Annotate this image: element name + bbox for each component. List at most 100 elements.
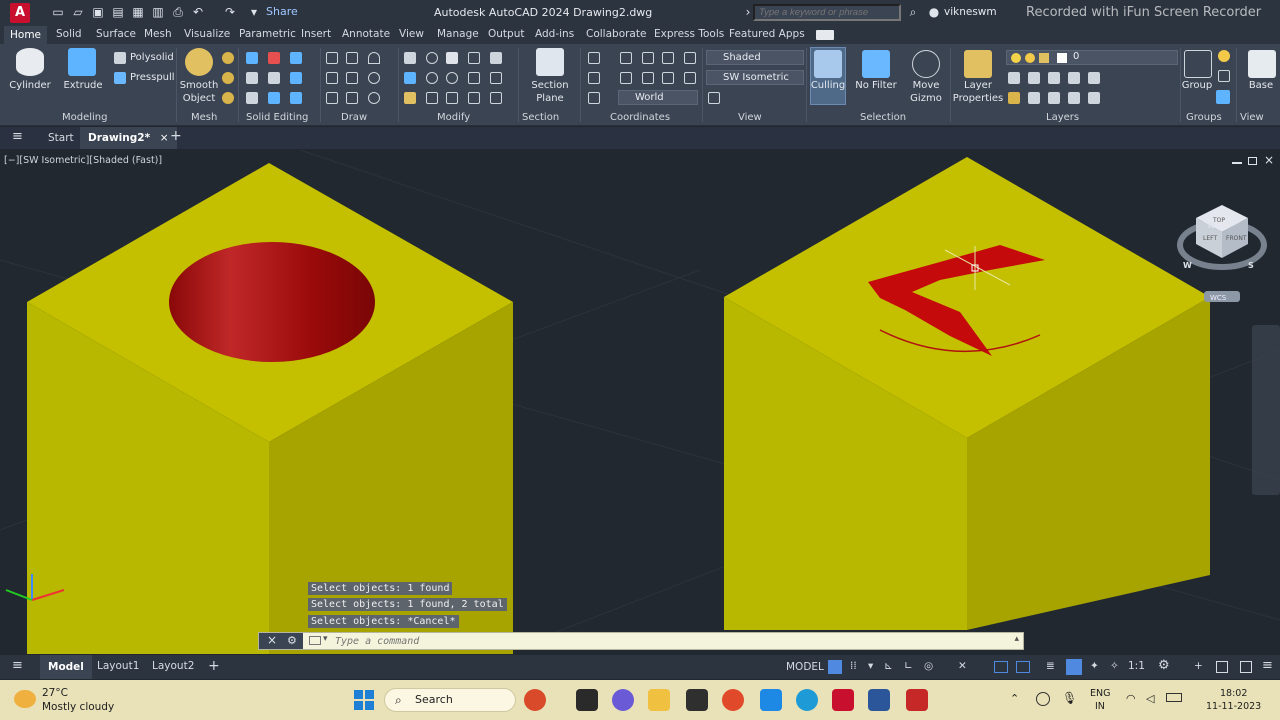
outlook-icon[interactable] bbox=[760, 689, 782, 711]
rectangle-icon[interactable] bbox=[346, 92, 358, 104]
chevron-down-icon[interactable]: ▾ bbox=[323, 634, 328, 644]
new-file-icon[interactable]: ▭ bbox=[50, 4, 66, 20]
search-highlight-icon[interactable] bbox=[524, 689, 546, 711]
annotation-visibility-icon[interactable] bbox=[1066, 659, 1082, 675]
quick-access-menu-icon[interactable]: ▾ bbox=[246, 4, 262, 20]
tab-parametric[interactable]: Parametric bbox=[239, 28, 296, 40]
left-solid-box[interactable] bbox=[27, 163, 513, 654]
new-layout-button[interactable]: + bbox=[208, 658, 220, 674]
close-tab-icon[interactable]: × bbox=[160, 132, 169, 144]
move-gizmo-label-1[interactable]: Move bbox=[904, 80, 948, 92]
chevron-up-icon[interactable]: ⌃ bbox=[1010, 692, 1019, 705]
tab-insert[interactable]: Insert bbox=[301, 28, 331, 40]
erase-icon[interactable] bbox=[426, 92, 438, 104]
tab-collaborate[interactable]: Collaborate bbox=[586, 28, 646, 40]
ucs-z-icon[interactable] bbox=[662, 72, 674, 84]
recent-commands-icon[interactable] bbox=[309, 636, 321, 645]
slice-icon[interactable] bbox=[246, 72, 258, 84]
extract-edges-icon[interactable] bbox=[290, 72, 302, 84]
command-line[interactable]: × ⚙ ▾ ▴ bbox=[258, 632, 1024, 650]
tab-mesh[interactable]: Mesh bbox=[144, 28, 172, 40]
trim-icon[interactable] bbox=[490, 52, 502, 64]
smooth-object-label-1[interactable]: Smooth bbox=[178, 80, 220, 92]
tab-drawing2[interactable]: Drawing2* × bbox=[80, 127, 177, 149]
tab-express-tools[interactable]: Express Tools bbox=[654, 28, 724, 40]
ortho-icon[interactable]: ∟ bbox=[904, 660, 913, 672]
group-selection-icon[interactable] bbox=[1216, 90, 1230, 104]
ucs-dropdown[interactable]: World bbox=[618, 90, 698, 105]
layer-tool-icon[interactable] bbox=[1028, 72, 1040, 84]
edge-icon[interactable] bbox=[796, 689, 818, 711]
layer-tool-icon[interactable] bbox=[1028, 92, 1040, 104]
weather-cloudy-icon[interactable] bbox=[14, 690, 36, 708]
mesh-tool-icon[interactable] bbox=[222, 72, 234, 84]
union-icon[interactable] bbox=[246, 52, 258, 64]
ucs-world-icon[interactable] bbox=[620, 52, 632, 64]
polyline-icon[interactable] bbox=[326, 52, 338, 64]
chevron-down-icon[interactable]: ▾ bbox=[868, 660, 873, 672]
tab-start[interactable]: Start bbox=[48, 132, 74, 144]
lineweight-icon[interactable]: ≣ bbox=[1046, 660, 1055, 672]
layer-tool-icon[interactable] bbox=[1088, 72, 1100, 84]
hardware-acceleration-icon[interactable] bbox=[1216, 661, 1228, 673]
command-close-icon[interactable]: × bbox=[267, 633, 277, 647]
clock-date[interactable]: 11-11-2023 bbox=[1206, 701, 1261, 712]
language-indicator[interactable]: ENG bbox=[1090, 688, 1110, 699]
panel-label-selection[interactable]: Selection bbox=[860, 112, 906, 123]
scale-icon[interactable] bbox=[468, 72, 480, 84]
copy-icon[interactable] bbox=[404, 72, 416, 84]
explode-icon[interactable] bbox=[468, 92, 480, 104]
base-view-icon[interactable] bbox=[1248, 50, 1276, 78]
panel-label-solid-editing[interactable]: Solid Editing bbox=[246, 112, 308, 123]
array-icon[interactable] bbox=[446, 92, 458, 104]
group-button[interactable]: Group bbox=[1180, 80, 1214, 92]
panel-label-draw[interactable]: Draw bbox=[341, 112, 367, 123]
stretch-icon[interactable] bbox=[404, 52, 416, 64]
ucs-icon[interactable] bbox=[588, 52, 600, 64]
panel-label-mesh[interactable]: Mesh bbox=[191, 112, 217, 123]
ucs-face-icon[interactable] bbox=[684, 72, 696, 84]
screen-recorder-icon[interactable] bbox=[906, 689, 928, 711]
chevron-up-icon[interactable]: ▴ bbox=[1014, 634, 1019, 644]
align-icon[interactable] bbox=[468, 52, 480, 64]
group-tool-icon[interactable] bbox=[1218, 50, 1230, 62]
arc-icon[interactable] bbox=[368, 52, 380, 64]
viewcube-w-label[interactable]: W bbox=[1183, 261, 1192, 270]
xline-icon[interactable] bbox=[346, 72, 358, 84]
viewcube-n-label[interactable]: N bbox=[1208, 221, 1215, 230]
drawing-viewport[interactable]: TOP LEFT FRONT W S N WCS [−][SW Isometri… bbox=[0, 150, 1280, 654]
culling-label[interactable]: Culling bbox=[810, 80, 846, 92]
separate-icon[interactable] bbox=[290, 92, 302, 104]
command-input[interactable] bbox=[335, 634, 935, 649]
panel-label-view-2[interactable]: View bbox=[1240, 112, 1264, 123]
no-filter-icon[interactable] bbox=[862, 50, 890, 78]
cylinder-icon[interactable] bbox=[16, 48, 44, 76]
tab-annotate[interactable]: Annotate bbox=[342, 28, 390, 40]
taskbar-search-box[interactable]: ⌕ Search bbox=[384, 688, 516, 712]
microphone-icon[interactable]: 🎙 bbox=[1062, 691, 1077, 705]
rotate-icon[interactable] bbox=[446, 72, 458, 84]
chrome-icon[interactable] bbox=[722, 689, 744, 711]
cylinder-button[interactable]: Cylinder bbox=[6, 80, 54, 92]
wcs-label[interactable]: WCS bbox=[1210, 294, 1227, 302]
3d-mirror-icon[interactable] bbox=[426, 72, 438, 84]
undo-icon[interactable]: ↶ bbox=[190, 4, 206, 20]
view-preset-dropdown[interactable]: SW Isometric bbox=[706, 70, 804, 85]
move-gizmo-icon[interactable] bbox=[912, 50, 940, 78]
spline-icon[interactable] bbox=[326, 72, 338, 84]
infer-constraints-icon[interactable]: ⊾ bbox=[884, 660, 893, 672]
layer-tool-icon[interactable] bbox=[1088, 92, 1100, 104]
teams-chat-icon[interactable] bbox=[612, 689, 634, 711]
polar-icon[interactable]: ◎ bbox=[924, 660, 933, 672]
viewcube-s-label[interactable]: S bbox=[1248, 261, 1254, 270]
grid-icon[interactable] bbox=[828, 660, 842, 674]
culling-icon[interactable] bbox=[814, 50, 842, 78]
section-plane-icon[interactable] bbox=[536, 48, 564, 76]
extrude-icon[interactable] bbox=[68, 48, 96, 76]
viewport-canvas[interactable]: TOP LEFT FRONT W S N WCS bbox=[0, 150, 1280, 654]
base-view-button[interactable]: Base bbox=[1242, 80, 1280, 92]
tab-solid[interactable]: Solid bbox=[56, 28, 82, 40]
viewport-close-icon[interactable]: × bbox=[1264, 153, 1274, 167]
visual-style-dropdown[interactable]: Shaded bbox=[706, 50, 804, 65]
customize-wrench-icon[interactable]: ⚙ bbox=[287, 634, 297, 647]
